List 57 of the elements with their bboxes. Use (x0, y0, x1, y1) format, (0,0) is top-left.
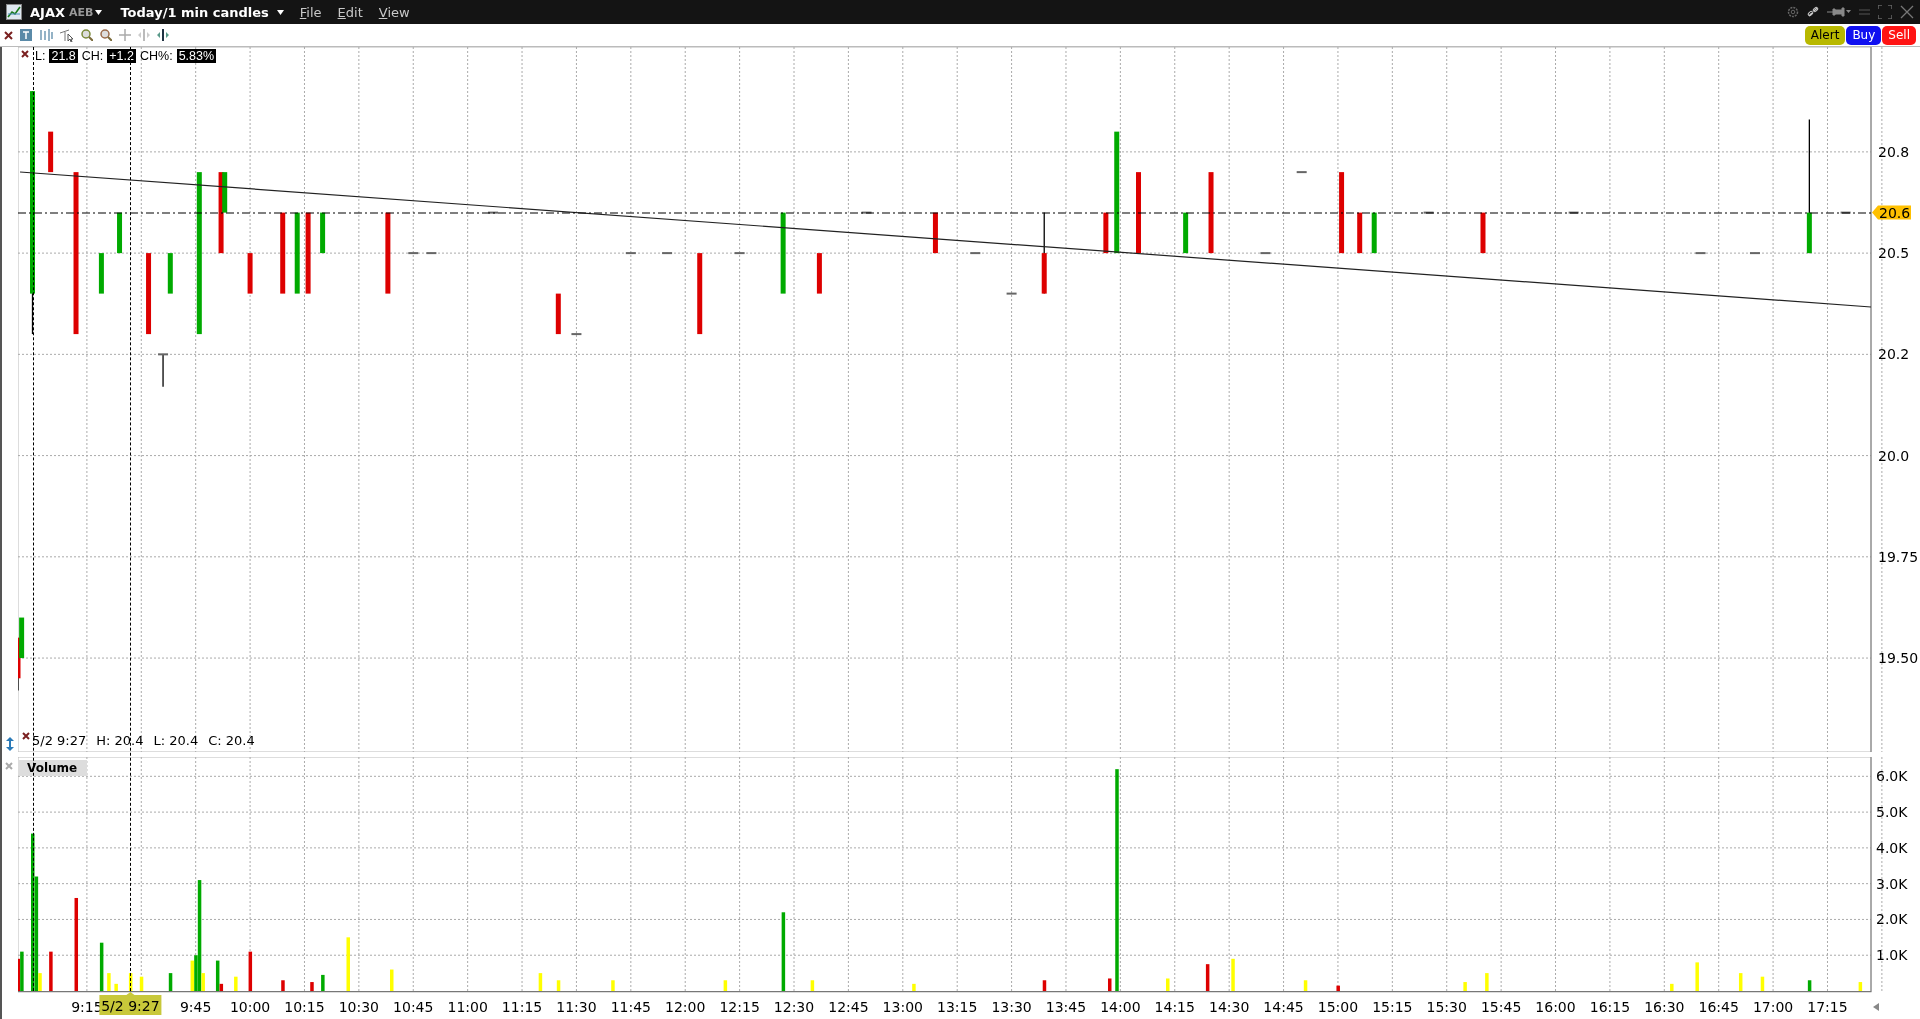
time-label: 11:30 (556, 999, 597, 1015)
axis-label: 6.0K (1876, 768, 1908, 785)
time-label: 11:00 (447, 999, 488, 1015)
time-label: 10:45 (393, 999, 434, 1015)
axis-label: 20.5 (1878, 245, 1910, 262)
panel-title: Volume (19, 760, 88, 776)
time-label: 16:30 (1644, 999, 1685, 1015)
stat-label: CH: (81, 49, 104, 63)
time-label: 15:00 (1317, 999, 1359, 1015)
time-label: 10:15 (284, 999, 325, 1015)
time-label: 17:15 (1807, 999, 1848, 1015)
cursor-time-tag: 5/2 9:27 (99, 992, 162, 1015)
last-price-tag: 20.6 (1872, 204, 1911, 221)
cursor-value: H: 20.4 (96, 733, 144, 748)
axis-label: 20.8 (1878, 143, 1910, 160)
axis-label: 3.0K (1876, 875, 1908, 892)
time-label: 12:45 (828, 999, 869, 1015)
axis-label: 1.0K (1876, 947, 1908, 964)
axis-label: 20.2 (1878, 346, 1910, 363)
time-label: 15:45 (1480, 999, 1522, 1015)
time-label: 13:15 (937, 999, 978, 1015)
time-label: 14:30 (1209, 999, 1250, 1015)
time-label: 10:30 (338, 999, 380, 1015)
time-label: 13:30 (991, 999, 1032, 1015)
time-label: 9:45 (179, 999, 212, 1015)
time-label: 16:15 (1589, 999, 1631, 1015)
time-label: 11:15 (501, 999, 543, 1015)
time-label: 10:00 (229, 999, 271, 1015)
time-label: 14:45 (1263, 999, 1304, 1015)
cursor-value: L: 20.4 (153, 733, 199, 748)
time-label: 17:00 (1752, 999, 1794, 1015)
axis-label: 19.75 (1878, 548, 1919, 565)
time-label: 12:15 (719, 999, 760, 1015)
stat-label: L: (35, 49, 46, 63)
axis-label: 20.0 (1878, 447, 1910, 464)
symbol-label: AJAX (30, 4, 65, 20)
exchange-label: AEB (69, 5, 94, 19)
time-label: 12:30 (773, 999, 815, 1015)
time-label: 16:00 (1535, 999, 1576, 1015)
time-label: 13:45 (1045, 999, 1087, 1015)
axis-label: 19.50 (1878, 650, 1919, 667)
time-label: 16:45 (1698, 999, 1739, 1015)
stat-label: CH%: (140, 49, 173, 63)
axis-label: 4.0K (1876, 839, 1908, 856)
time-label: 13:00 (882, 999, 923, 1015)
axis-label: 2.0K (1876, 911, 1908, 928)
time-label: 14:00 (1100, 999, 1141, 1015)
stat-value: 5.83% (176, 49, 217, 63)
axis-label: 5.0K (1876, 804, 1908, 821)
time-label: 15:30 (1426, 999, 1467, 1015)
time-label: 12:00 (665, 999, 706, 1015)
stat-value: 21.8 (49, 49, 78, 63)
cursor-value: C: 20.4 (208, 733, 255, 748)
time-label: 15:15 (1372, 999, 1413, 1015)
time-label: 11:45 (610, 999, 651, 1015)
time-label: 14:15 (1154, 999, 1195, 1015)
stat-value: +1.2 (107, 49, 136, 63)
